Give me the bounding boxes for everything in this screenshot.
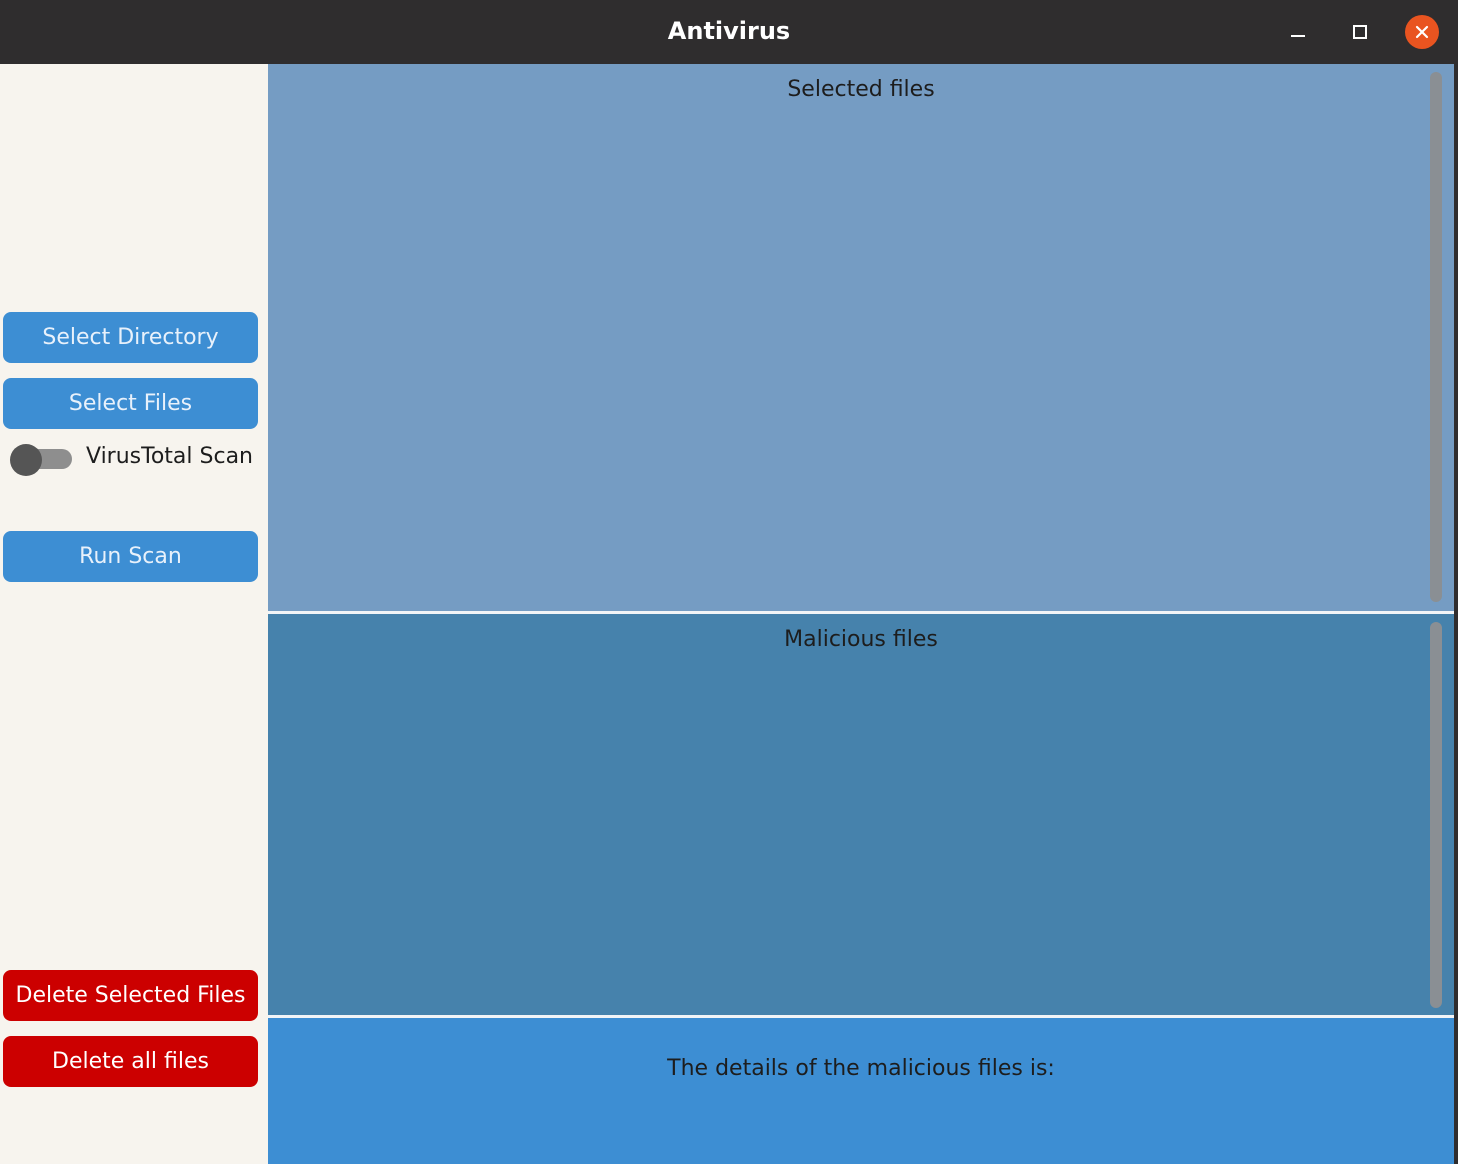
details-text: The details of the malicious files is: (667, 1056, 1055, 1081)
selected-files-scrollbar[interactable] (1430, 72, 1442, 602)
minimize-button[interactable] (1278, 12, 1318, 52)
details-panel: The details of the malicious files is: (268, 1018, 1454, 1164)
delete-selected-files-button[interactable]: Delete Selected Files (3, 970, 258, 1021)
delete-all-files-button[interactable]: Delete all files (3, 1036, 258, 1087)
app-window: Antivirus Select Directory Select Files (0, 0, 1458, 1164)
maximize-icon (1353, 25, 1367, 39)
virustotal-toggle-row: VirusTotal Scan (8, 440, 263, 476)
malicious-files-panel[interactable]: Malicious files (268, 614, 1454, 1015)
title-bar: Antivirus (0, 0, 1458, 64)
close-button[interactable] (1402, 12, 1442, 52)
window-edge (1454, 64, 1458, 1164)
malicious-files-scrollbar[interactable] (1430, 622, 1442, 1008)
window-title: Antivirus (667, 17, 791, 45)
virustotal-toggle-label: VirusTotal Scan (86, 444, 253, 469)
selected-files-panel[interactable]: Selected files (268, 64, 1454, 611)
sidebar: Select Directory Select Files VirusTotal… (0, 64, 268, 1164)
selected-files-title: Selected files (787, 77, 935, 102)
toggle-knob (10, 444, 42, 476)
run-scan-button[interactable]: Run Scan (3, 531, 258, 582)
select-files-button[interactable]: Select Files (3, 378, 258, 429)
close-icon (1415, 25, 1429, 39)
close-button-circle (1405, 15, 1439, 49)
minimize-icon (1291, 35, 1305, 37)
maximize-button[interactable] (1340, 12, 1380, 52)
malicious-files-title: Malicious files (784, 627, 938, 652)
select-directory-button[interactable]: Select Directory (3, 312, 258, 363)
virustotal-toggle[interactable] (10, 444, 72, 476)
